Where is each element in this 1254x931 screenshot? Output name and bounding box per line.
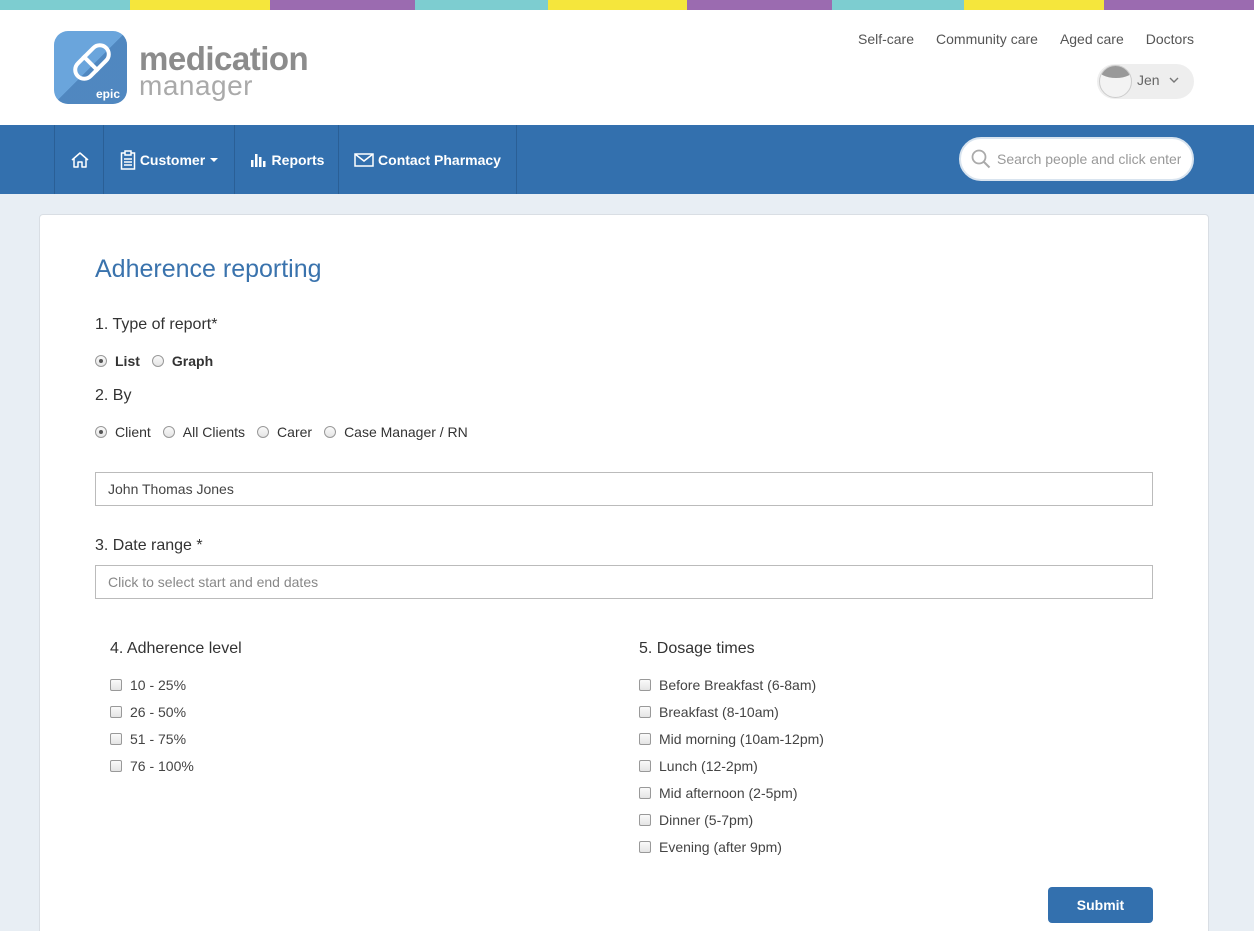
- home-icon: [70, 150, 90, 170]
- by-options: Client All Clients Carer Case Manager / …: [95, 424, 480, 440]
- caret-down-icon: [209, 152, 219, 168]
- adherence-option-label: 26 - 50%: [130, 703, 187, 720]
- dosage-option: Dinner (5-7pm): [639, 806, 824, 833]
- stripe-segment: [130, 0, 270, 10]
- stripe-segment: [1104, 0, 1254, 10]
- dosage-times-options: Before Breakfast (6-8am) Breakfast (8-10…: [639, 671, 824, 860]
- radio-list-label: List: [115, 353, 140, 369]
- type-of-report-label: 1. Type of report*: [95, 316, 218, 333]
- page-title: Adherence reporting: [95, 255, 322, 283]
- top-color-stripe: [0, 0, 1254, 10]
- dosage-option-label: Dinner (5-7pm): [659, 811, 754, 828]
- link-community-care[interactable]: Community care: [936, 31, 1038, 47]
- envelope-icon: [354, 152, 374, 167]
- stripe-segment: [415, 0, 548, 10]
- radio-client[interactable]: [95, 426, 107, 438]
- submit-button[interactable]: Submit: [1048, 887, 1153, 923]
- radio-client-label: Client: [115, 424, 151, 440]
- search-icon: [971, 149, 991, 174]
- dosage-option-label: Mid morning (10am-12pm): [659, 730, 824, 747]
- radio-case-manager-label: Case Manager / RN: [344, 424, 468, 440]
- nav-reports-label: Reports: [271, 151, 325, 168]
- radio-carer[interactable]: [257, 426, 270, 438]
- radio-graph-label: Graph: [171, 353, 214, 369]
- adherence-option-label: 51 - 75%: [130, 730, 187, 747]
- by-label: 2. By: [95, 387, 132, 404]
- search-input[interactable]: [997, 149, 1181, 169]
- adherence-checkbox[interactable]: [110, 678, 122, 691]
- adherence-level-options: 10 - 25% 26 - 50% 51 - 75% 76 - 100%: [110, 671, 194, 779]
- radio-all-clients-label: All Clients: [182, 424, 246, 440]
- adherence-option-label: 76 - 100%: [130, 757, 194, 774]
- dosage-checkbox[interactable]: [639, 678, 651, 691]
- nav-customer-label: Customer: [139, 151, 206, 168]
- dosage-times-label: 5. Dosage times: [639, 640, 755, 657]
- date-range-field[interactable]: [95, 565, 1153, 599]
- adherence-checkbox[interactable]: [110, 732, 122, 745]
- epic-logo[interactable]: epic: [54, 31, 127, 104]
- dosage-checkbox[interactable]: [639, 705, 651, 718]
- radio-graph[interactable]: [151, 355, 164, 367]
- avatar: [1099, 65, 1132, 98]
- dosage-option-label: Mid afternoon (2-5pm): [659, 784, 798, 801]
- adherence-level-label: 4. Adherence level: [110, 640, 242, 657]
- dosage-checkbox[interactable]: [639, 786, 651, 799]
- adherence-option-label: 10 - 25%: [130, 676, 187, 693]
- adherence-option: 76 - 100%: [110, 752, 194, 779]
- adherence-checkbox[interactable]: [110, 705, 122, 718]
- link-self-care[interactable]: Self-care: [858, 31, 914, 47]
- dosage-checkbox[interactable]: [639, 759, 651, 772]
- nav-customer[interactable]: Customer: [103, 125, 235, 194]
- clipboard-icon: [120, 149, 136, 170]
- dosage-checkbox[interactable]: [639, 840, 651, 853]
- dosage-option: Lunch (12-2pm): [639, 752, 824, 779]
- adherence-option: 51 - 75%: [110, 725, 194, 752]
- adherence-report-card: Adherence reporting 1. Type of report* L…: [39, 214, 1209, 931]
- dosage-option-label: Lunch (12-2pm): [659, 757, 758, 774]
- radio-carer-label: Carer: [277, 424, 313, 440]
- main-nav: Customer Reports Contact Pharmacy: [0, 125, 1254, 194]
- user-menu[interactable]: Jen: [1097, 64, 1194, 99]
- nav-reports[interactable]: Reports: [234, 125, 339, 194]
- logo-epic-text: epic: [95, 87, 120, 101]
- link-doctors[interactable]: Doctors: [1146, 31, 1194, 47]
- radio-case-manager[interactable]: [324, 426, 337, 438]
- dosage-option-label: Before Breakfast (6-8am): [659, 676, 817, 693]
- date-range-label: 3. Date range *: [95, 537, 203, 554]
- search-box: [959, 137, 1194, 181]
- adherence-option: 26 - 50%: [110, 698, 194, 725]
- dosage-checkbox[interactable]: [639, 732, 651, 745]
- stripe-segment: [687, 0, 832, 10]
- radio-list[interactable]: [95, 355, 107, 367]
- dosage-option-label: Evening (after 9pm): [659, 838, 782, 855]
- adherence-option: 10 - 25%: [110, 671, 194, 698]
- dosage-option: Mid morning (10am-12pm): [639, 725, 824, 752]
- top-links: Self-care Community care Aged care Docto…: [858, 31, 1194, 47]
- radio-all-clients[interactable]: [162, 426, 175, 438]
- dosage-option: Mid afternoon (2-5pm): [639, 779, 824, 806]
- nav-contact-label: Contact Pharmacy: [378, 151, 501, 168]
- dosage-option: Evening (after 9pm): [639, 833, 824, 860]
- stripe-segment: [548, 0, 687, 10]
- nav-contact-pharmacy[interactable]: Contact Pharmacy: [338, 125, 517, 194]
- stripe-segment: [832, 0, 964, 10]
- user-name: Jen: [1137, 72, 1160, 88]
- dosage-checkbox[interactable]: [639, 813, 651, 826]
- brand-name-line2: manager: [139, 70, 254, 101]
- client-name-field[interactable]: [95, 472, 1153, 506]
- stripe-segment: [0, 0, 130, 10]
- stripe-segment: [964, 0, 1104, 10]
- dosage-option-label: Breakfast (8-10am): [659, 703, 779, 720]
- type-of-report-options: List Graph: [95, 353, 225, 369]
- stripe-segment: [270, 0, 415, 10]
- site-header: epic medication manager Self-care Commun…: [0, 10, 1254, 125]
- dosage-option: Breakfast (8-10am): [639, 698, 824, 725]
- adherence-checkbox[interactable]: [110, 759, 122, 772]
- chevron-down-icon: [1168, 71, 1180, 92]
- nav-home[interactable]: [54, 125, 104, 194]
- link-aged-care[interactable]: Aged care: [1060, 31, 1124, 47]
- bar-chart-icon: [250, 152, 268, 168]
- dosage-option: Before Breakfast (6-8am): [639, 671, 824, 698]
